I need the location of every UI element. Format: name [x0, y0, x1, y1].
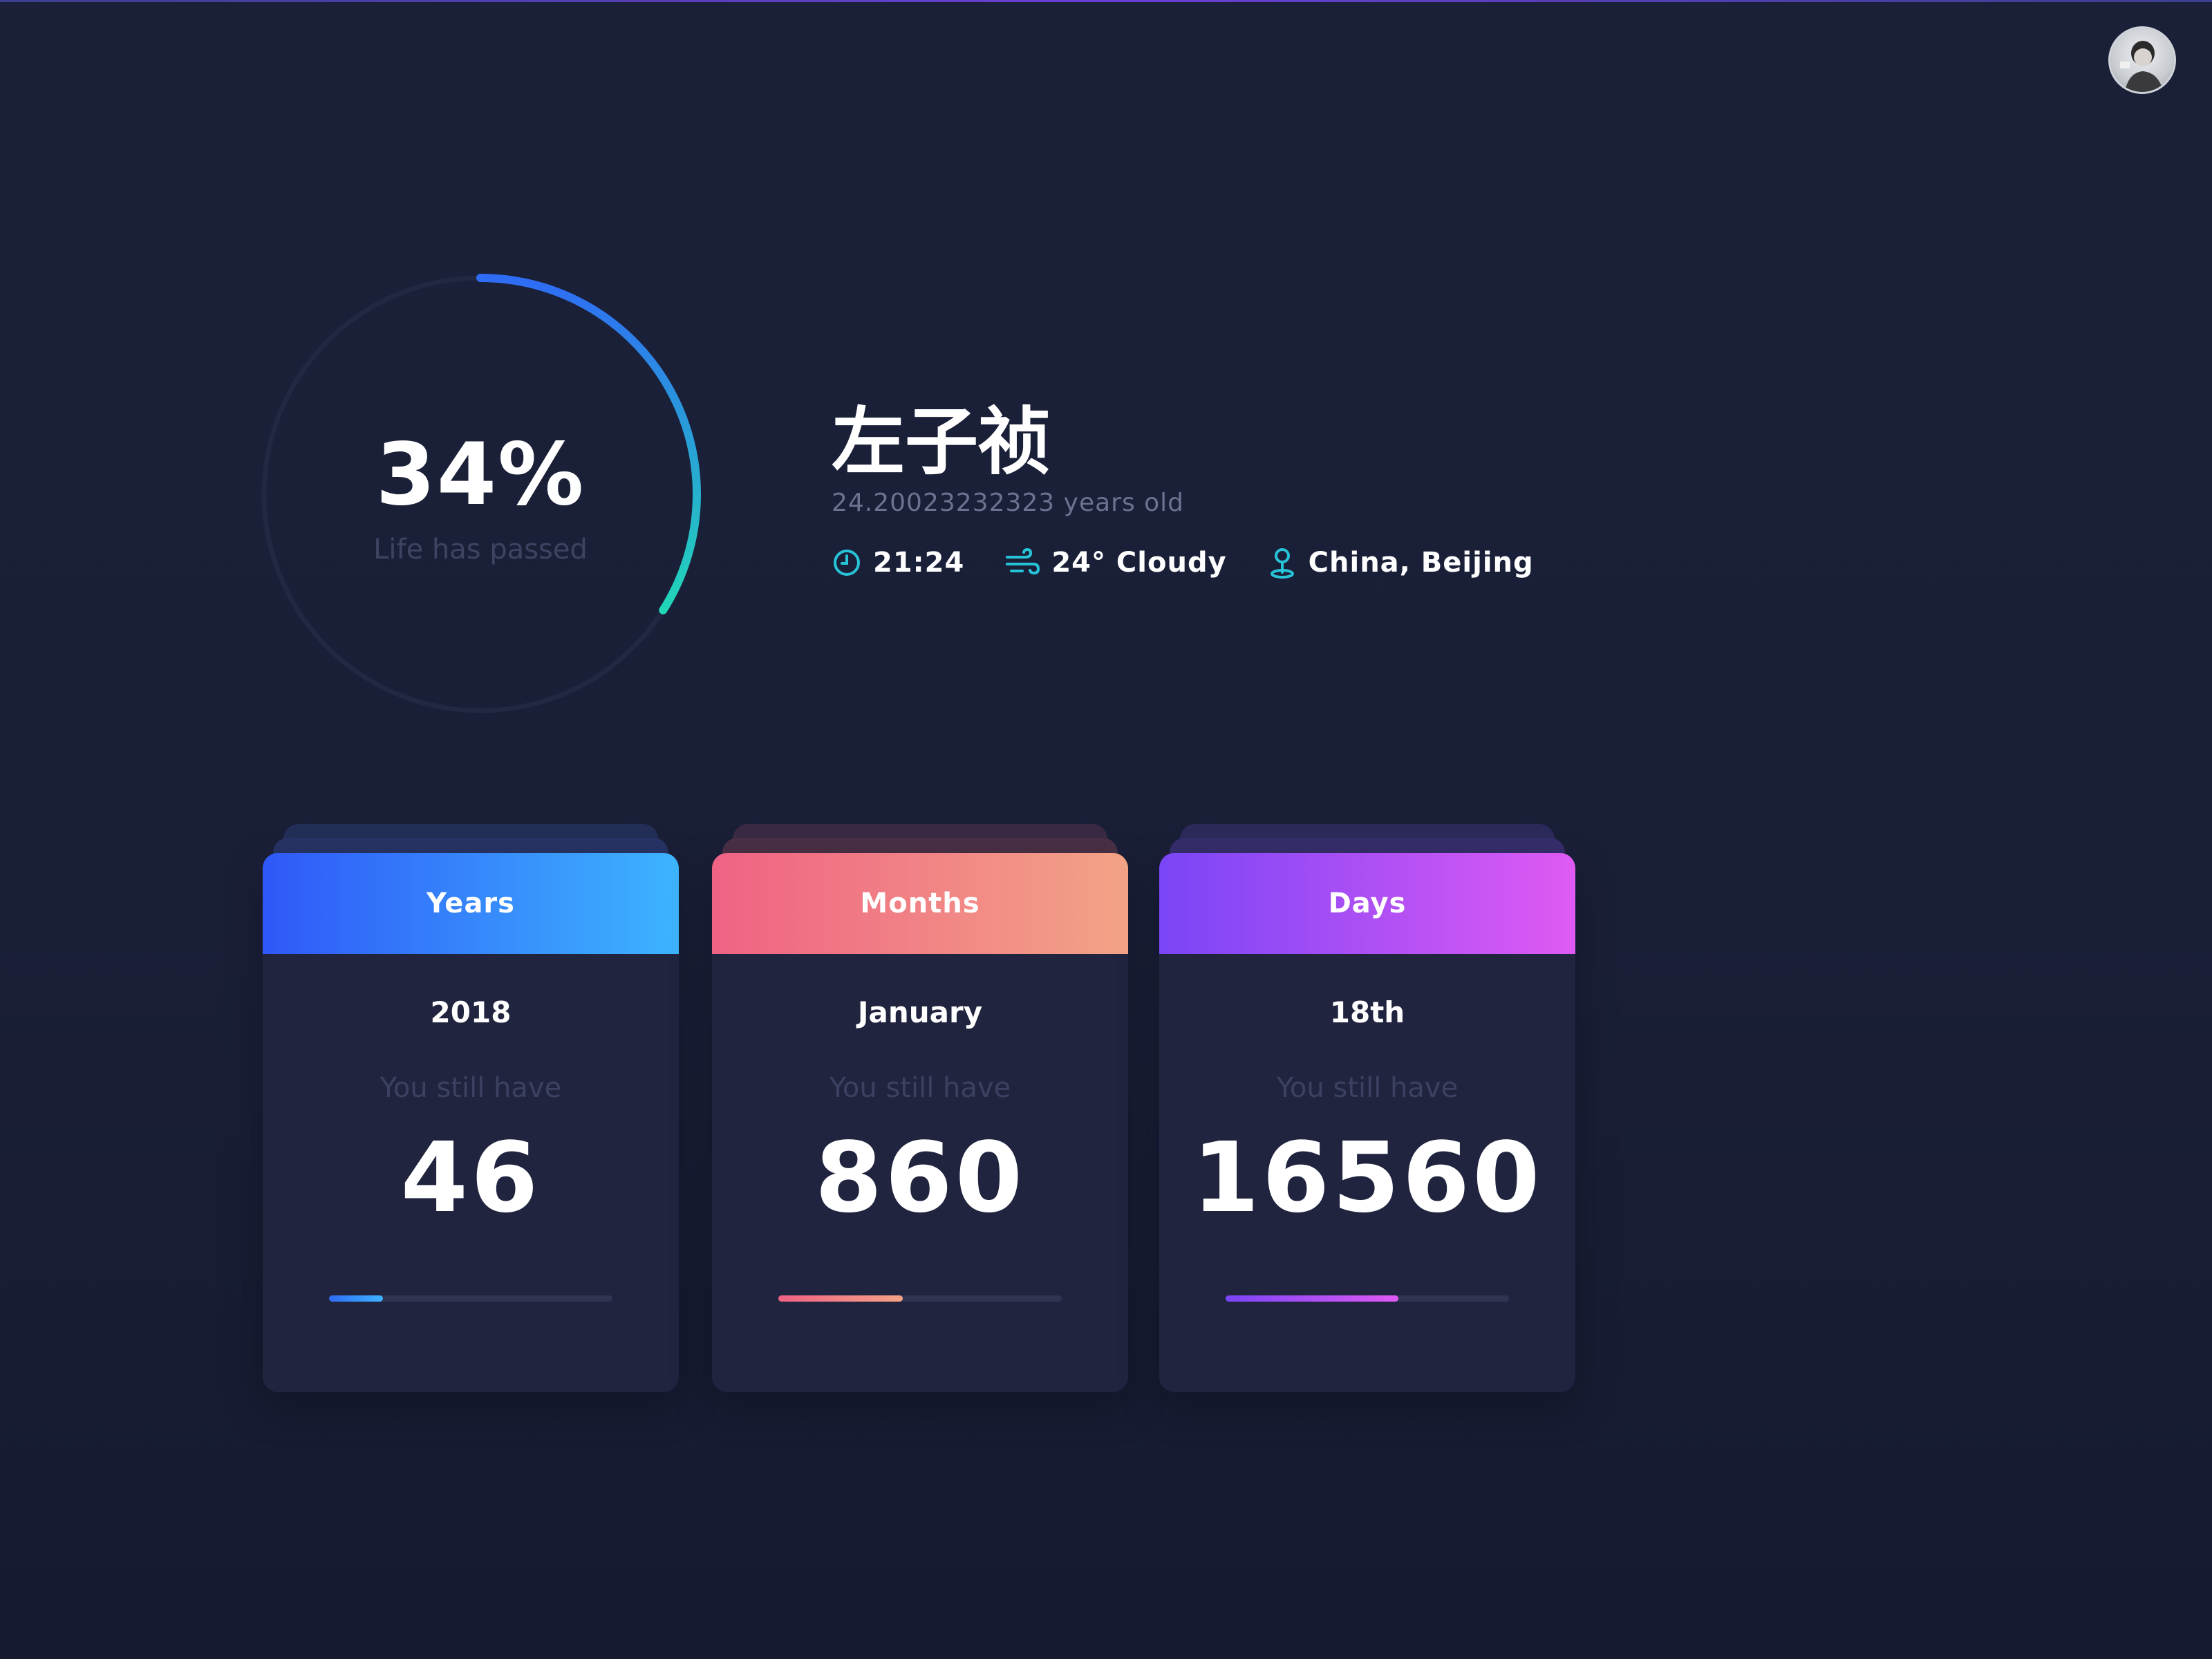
profile-name: 左子祯 [832, 400, 1051, 485]
life-progress-ring: 34% [256, 270, 705, 719]
profile-meta: 21:24 24° Cloudy China, Beijing [832, 546, 1574, 579]
progress-fill [329, 1295, 383, 1302]
card-body: Months January You still have 860 [712, 853, 1128, 1392]
location-info: China, Beijing [1267, 546, 1534, 579]
progress-track [778, 1295, 1062, 1302]
profile-age: 24.20023232323 years old [832, 489, 1185, 517]
weather-info: 24° Cloudy [1004, 547, 1226, 579]
card-remaining: 860 [814, 1122, 1026, 1235]
card-still-label: You still have [379, 1072, 562, 1104]
progress-track [329, 1295, 612, 1302]
avatar-portrait-icon [2120, 41, 2164, 92]
card-days: Days 18th You still have 16560 [1159, 824, 1575, 1392]
progress-fill [778, 1295, 903, 1302]
card-years: Years 2018 You still have 46 [263, 824, 679, 1392]
card-header: Months [712, 853, 1128, 954]
card-months: Months January You still have 860 [712, 824, 1128, 1392]
card-header: Days [1159, 853, 1575, 954]
location-text: China, Beijing [1308, 547, 1534, 579]
card-still-label: You still have [1276, 1072, 1459, 1104]
card-remaining: 16560 [1192, 1122, 1543, 1235]
card-header: Years [263, 853, 679, 954]
life-percent: 34% [375, 425, 585, 525]
wind-icon [1006, 547, 1040, 575]
life-label: Life has passed [373, 534, 588, 565]
card-current-value: 18th [1329, 995, 1405, 1029]
time-info: 21:24 [832, 547, 964, 579]
user-avatar[interactable] [2108, 26, 2176, 94]
time-text: 21:24 [873, 547, 965, 579]
location-pin-icon [1270, 548, 1294, 579]
card-body: Days 18th You still have 16560 [1159, 853, 1575, 1392]
card-current-value: 2018 [430, 995, 512, 1029]
progress-fill [1226, 1295, 1399, 1302]
profile-info: 左子祯 24.20023232323 years old 21:24 24° C… [832, 404, 1574, 579]
progress-track [1226, 1295, 1509, 1302]
card-current-value: January [857, 995, 983, 1029]
card-still-label: You still have [829, 1072, 1011, 1104]
card-body: Years 2018 You still have 46 [263, 853, 679, 1392]
top-accent-line [0, 0, 2212, 2]
card-remaining: 46 [400, 1122, 541, 1235]
clock-icon [834, 550, 860, 576]
weather-text: 24° Cloudy [1051, 547, 1227, 579]
